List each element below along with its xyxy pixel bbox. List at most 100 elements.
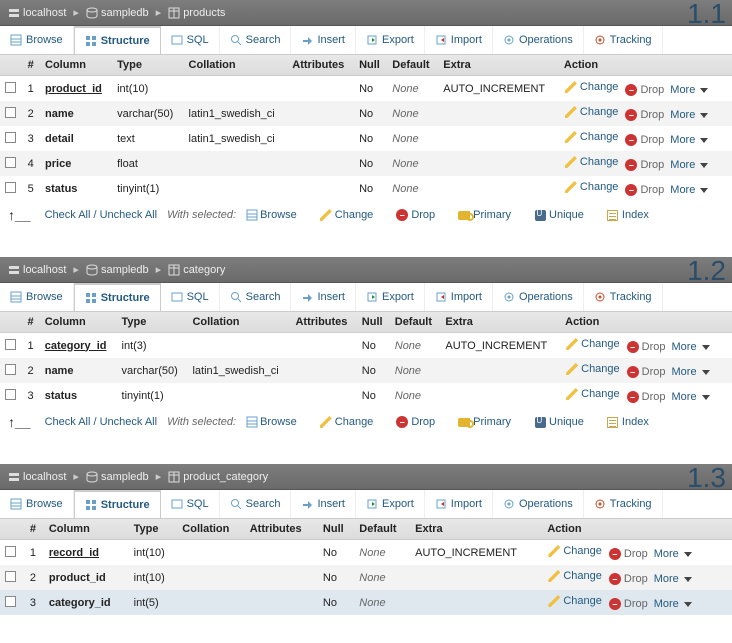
change-link[interactable]: Change (547, 544, 602, 558)
change-link[interactable]: Change (564, 180, 619, 194)
change-link[interactable]: Change (564, 155, 619, 169)
bulk-index[interactable]: Index (606, 208, 649, 222)
row-checkbox[interactable] (5, 571, 16, 582)
tab-structure[interactable]: Structure (74, 283, 161, 311)
drop-link[interactable]: Drop (624, 83, 664, 97)
row-checkbox[interactable] (5, 107, 16, 118)
tab-label: Tracking (610, 291, 652, 303)
tab-search[interactable]: Search (220, 26, 292, 54)
row-checkbox[interactable] (5, 364, 16, 375)
tab-tracking[interactable]: Tracking (584, 26, 663, 54)
row-checkbox[interactable] (5, 596, 16, 607)
drop-link[interactable]: Drop (608, 547, 648, 561)
check-all-link[interactable]: Check All / Uncheck All (45, 416, 158, 428)
more-link[interactable]: More (654, 598, 692, 610)
breadcrumb-item[interactable]: sampledb (86, 7, 149, 19)
tab-export[interactable]: Export (356, 26, 425, 54)
breadcrumb-item[interactable]: sampledb (86, 471, 149, 483)
tab-operations[interactable]: Operations (493, 283, 584, 311)
bulk-change[interactable]: Change (319, 208, 374, 222)
tab-browse[interactable]: Browse (0, 283, 74, 311)
change-link[interactable]: Change (547, 594, 602, 608)
more-link[interactable]: More (654, 548, 692, 560)
more-link[interactable]: More (670, 109, 708, 121)
change-link[interactable]: Change (564, 105, 619, 119)
tab-tracking[interactable]: Tracking (584, 490, 663, 518)
tab-insert[interactable]: Insert (291, 283, 356, 311)
drop-link[interactable]: Drop (624, 158, 664, 172)
row-checkbox[interactable] (5, 389, 16, 400)
bulk-primary[interactable]: Primary (457, 415, 511, 429)
tab-sql[interactable]: SQL (161, 26, 220, 54)
drop-link[interactable]: Drop (608, 597, 648, 611)
more-link[interactable]: More (670, 184, 708, 196)
db-icon (86, 471, 98, 483)
drop-link[interactable]: Drop (624, 133, 664, 147)
change-link[interactable]: Change (564, 80, 619, 94)
row-checkbox[interactable] (5, 182, 16, 193)
bulk-drop[interactable]: Drop (395, 208, 435, 222)
bulk-unique[interactable]: Unique (533, 208, 584, 222)
breadcrumb-item[interactable]: localhost (8, 7, 66, 19)
tab-structure[interactable]: Structure (74, 26, 161, 54)
change-link[interactable]: Change (565, 362, 620, 376)
breadcrumb-item[interactable]: localhost (8, 264, 66, 276)
row-checkbox[interactable] (5, 339, 16, 350)
bulk-drop[interactable]: Drop (395, 415, 435, 429)
bulk-primary[interactable]: Primary (457, 208, 511, 222)
change-link[interactable]: Change (565, 337, 620, 351)
bulk-index[interactable]: Index (606, 415, 649, 429)
row-checkbox[interactable] (5, 546, 16, 557)
tab-label: Search (246, 291, 281, 303)
tab-insert[interactable]: Insert (291, 490, 356, 518)
drop-link[interactable]: Drop (626, 365, 666, 379)
tab-sql[interactable]: SQL (161, 283, 220, 311)
tab-label: SQL (187, 34, 209, 46)
change-link[interactable]: Change (564, 130, 619, 144)
change-link[interactable]: Change (565, 387, 620, 401)
breadcrumb-item[interactable]: category (168, 264, 225, 276)
tab-sql[interactable]: SQL (161, 490, 220, 518)
breadcrumb-item[interactable]: localhost (8, 471, 66, 483)
tab-search[interactable]: Search (220, 283, 292, 311)
check-all-link[interactable]: Check All / Uncheck All (45, 209, 158, 221)
breadcrumb-item[interactable]: sampledb (86, 264, 149, 276)
tab-structure[interactable]: Structure (74, 490, 161, 518)
tab-browse[interactable]: Browse (0, 490, 74, 518)
tab-browse[interactable]: Browse (0, 26, 74, 54)
drop-link[interactable]: Drop (624, 108, 664, 122)
row-checkbox[interactable] (5, 82, 16, 93)
bulk-browse[interactable]: Browse (246, 209, 297, 221)
bulk-change[interactable]: Change (319, 415, 374, 429)
tab-operations[interactable]: Operations (493, 26, 584, 54)
tab-import[interactable]: Import (425, 283, 493, 311)
bulk-browse[interactable]: Browse (246, 416, 297, 428)
more-link[interactable]: More (672, 341, 710, 353)
tab-insert[interactable]: Insert (291, 26, 356, 54)
drop-link[interactable]: Drop (626, 340, 666, 354)
breadcrumb-item[interactable]: product_category (168, 471, 268, 483)
row-type: int(10) (129, 565, 178, 590)
drop-link[interactable]: Drop (626, 390, 666, 404)
breadcrumb-item[interactable]: products (168, 7, 225, 19)
drop-link[interactable]: Drop (624, 183, 664, 197)
db-icon (86, 264, 98, 276)
tab-tracking[interactable]: Tracking (584, 283, 663, 311)
row-checkbox[interactable] (5, 157, 16, 168)
tab-operations[interactable]: Operations (493, 490, 584, 518)
drop-link[interactable]: Drop (608, 572, 648, 586)
more-link[interactable]: More (654, 573, 692, 585)
more-link[interactable]: More (670, 84, 708, 96)
bulk-unique[interactable]: Unique (533, 415, 584, 429)
tab-export[interactable]: Export (356, 490, 425, 518)
tab-search[interactable]: Search (220, 490, 292, 518)
tab-import[interactable]: Import (425, 490, 493, 518)
more-link[interactable]: More (672, 366, 710, 378)
change-link[interactable]: Change (547, 569, 602, 583)
tab-import[interactable]: Import (425, 26, 493, 54)
more-link[interactable]: More (670, 134, 708, 146)
more-link[interactable]: More (672, 391, 710, 403)
tab-export[interactable]: Export (356, 283, 425, 311)
more-link[interactable]: More (670, 159, 708, 171)
row-checkbox[interactable] (5, 132, 16, 143)
